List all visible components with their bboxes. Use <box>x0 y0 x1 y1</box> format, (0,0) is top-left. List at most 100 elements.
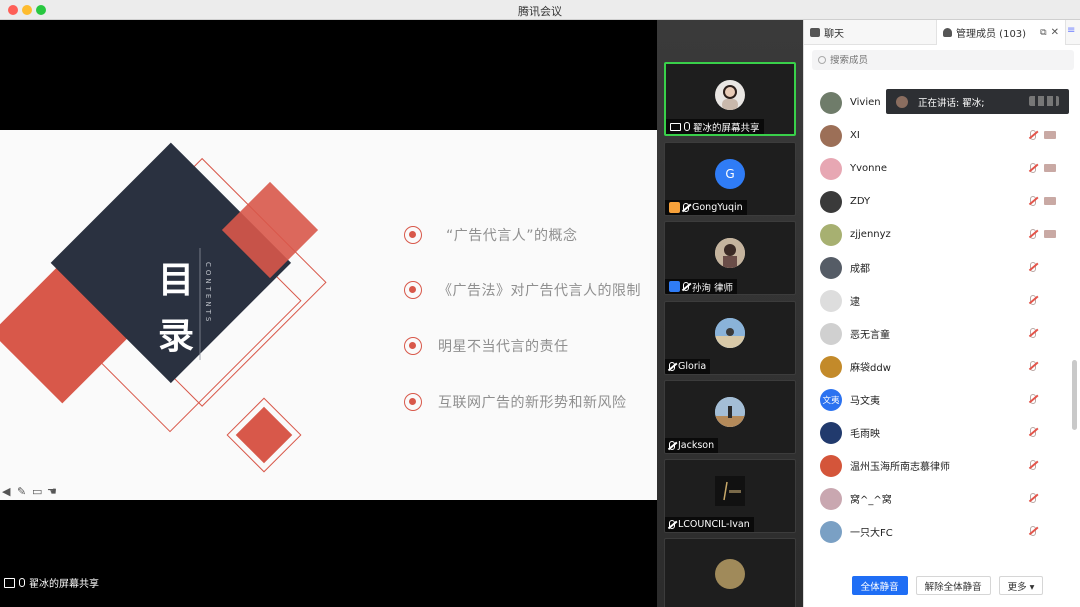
avatar <box>820 421 842 444</box>
tab-members[interactable]: 管理成员 (103) ⧉ ✕ <box>936 20 1066 45</box>
member-row[interactable]: zjjennyz <box>804 218 1069 251</box>
toc-item-1: “广告代言人”的概念 <box>404 223 578 247</box>
mic-muted-icon[interactable] <box>1030 130 1036 140</box>
speaking-text: 正在讲话: 翟冰; <box>918 97 985 109</box>
avatar-initial: G <box>725 167 735 181</box>
mic-muted-icon[interactable] <box>1030 196 1036 206</box>
member-name: Yvonne <box>850 163 887 174</box>
mic-muted-icon[interactable] <box>1030 394 1036 404</box>
avatar <box>715 80 745 110</box>
member-search <box>812 50 1074 70</box>
avatar <box>820 91 842 114</box>
video-tile[interactable]: Gloria <box>664 301 796 375</box>
tile-label: Jackson <box>665 438 719 453</box>
member-row[interactable]: 温州玉海所南志慕律师 <box>804 449 1069 482</box>
member-row[interactable]: 恶无言童 <box>804 317 1069 350</box>
member-name: 恶无言童 <box>850 330 890 341</box>
pointer-icon[interactable]: ☚ <box>47 486 59 498</box>
mic-muted-icon[interactable] <box>1030 328 1036 338</box>
member-name: 温州玉海所南志慕律师 <box>850 462 950 473</box>
mic-muted-icon[interactable] <box>1030 460 1036 470</box>
contents-label: CONTENTS <box>204 262 212 324</box>
chat-icon <box>810 28 820 37</box>
video-tile[interactable] <box>664 538 796 607</box>
member-name: 马文夷 <box>850 396 880 407</box>
mic-muted-icon[interactable] <box>1030 361 1036 371</box>
pen-icon[interactable]: ✎ <box>17 486 29 498</box>
member-row[interactable]: 窝^_^窝 <box>804 482 1069 515</box>
tile-label: LCOUNCIL-Ivan <box>665 517 754 532</box>
more-button[interactable]: 更多 ▾ <box>998 576 1044 595</box>
toc-item-text: 明星不当代言的责任 <box>438 339 569 355</box>
logo-icon <box>715 476 745 506</box>
menu-icon[interactable]: ≡ <box>1067 26 1077 36</box>
video-tile[interactable]: G GongYuqin <box>664 142 796 216</box>
member-row[interactable]: 一只大FC <box>804 515 1069 548</box>
mic-muted-icon[interactable] <box>1030 262 1036 272</box>
mic-muted-icon[interactable] <box>1030 493 1036 503</box>
member-row[interactable]: Yvonne <box>804 152 1069 185</box>
avatar <box>715 318 745 348</box>
member-row[interactable]: XI <box>804 119 1069 152</box>
mic-muted-icon[interactable] <box>1030 427 1036 437</box>
toc-item-text: “广告代言人”的概念 <box>446 228 578 244</box>
tile-label: 孙洵 律师 <box>665 279 738 294</box>
mic-muted-icon[interactable] <box>1030 295 1036 305</box>
toc-bullet-icon <box>404 337 422 355</box>
video-tile[interactable]: 孙洵 律师 <box>664 221 796 295</box>
mic-muted-icon[interactable] <box>1030 526 1036 536</box>
member-row[interactable]: 麻袋ddw <box>804 350 1069 383</box>
member-row[interactable]: 文夷 马文夷 <box>804 383 1069 416</box>
annotation-toolbar: ◀ ✎ ▭ ☚ <box>2 486 59 498</box>
coral-square-bottom <box>235 406 293 464</box>
member-row[interactable]: 逮 <box>804 284 1069 317</box>
member-row[interactable]: 毛雨映 <box>804 416 1069 449</box>
screen-share-icon <box>4 577 15 588</box>
tab-members-label: 管理成员 (103) <box>956 29 1027 40</box>
mic-icon <box>684 122 690 131</box>
window-title: 腾讯会议 <box>518 5 562 18</box>
video-strip: 翟冰的屏幕共享 G GongYuqin 孙洵 律师 Gloria Jackson… <box>657 20 803 607</box>
member-row[interactable]: 成都 <box>804 251 1069 284</box>
member-name: 麻袋ddw <box>850 363 891 374</box>
avatar <box>820 520 842 543</box>
video-tile[interactable]: 翟冰的屏幕共享 <box>664 62 796 136</box>
member-row[interactable]: ZDY <box>804 185 1069 218</box>
tile-label: GongYuqin <box>665 200 747 215</box>
toc-bullet-icon <box>404 393 422 411</box>
tab-chat-label: 聊天 <box>824 29 844 40</box>
avatar: G <box>715 159 745 189</box>
close-icon[interactable]: ✕ <box>1051 27 1059 38</box>
person-photo-icon <box>715 318 745 348</box>
video-tile[interactable]: Jackson <box>664 380 796 454</box>
mic-muted-icon[interactable] <box>1030 229 1036 239</box>
tile-name: Gloria <box>678 361 707 372</box>
tile-name: 翟冰的屏幕共享 <box>693 122 760 134</box>
toc-bullet-icon <box>404 281 422 299</box>
slide-graphic: 目 录 CONTENTS <box>0 142 327 473</box>
cohost-person-icon <box>669 281 680 292</box>
person-photo-icon <box>722 85 738 110</box>
toc-item-text: 互联网广告的新形势和新风险 <box>438 395 627 411</box>
avatar <box>715 238 745 268</box>
video-tile[interactable]: LCOUNCIL-Ivan <box>664 459 796 533</box>
member-name: Vivien <box>850 97 881 108</box>
camera-off-icon[interactable] <box>1044 230 1056 238</box>
mic-muted-icon[interactable] <box>1030 163 1036 173</box>
avatar <box>820 454 842 477</box>
unmute-all-button[interactable]: 解除全体静音 <box>915 576 991 595</box>
tile-name: 孙洵 律师 <box>692 282 734 294</box>
camera-off-icon[interactable] <box>1044 131 1056 139</box>
member-name: 逮 <box>850 297 860 308</box>
camera-off-icon[interactable] <box>1044 197 1056 205</box>
search-input[interactable] <box>830 54 1060 66</box>
slides-icon[interactable]: ▭ <box>32 486 44 498</box>
mute-all-button[interactable]: 全体静音 <box>851 576 908 595</box>
toc-item-3: 明星不当代言的责任 <box>404 334 569 358</box>
camera-off-icon[interactable] <box>1044 164 1056 172</box>
member-name: 成都 <box>850 264 870 275</box>
tab-chat[interactable]: 聊天 <box>810 20 844 45</box>
popout-icon[interactable]: ⧉ <box>1040 28 1046 38</box>
scrollbar-thumb[interactable] <box>1072 360 1077 430</box>
arrow-left-icon[interactable]: ◀ <box>2 486 14 498</box>
